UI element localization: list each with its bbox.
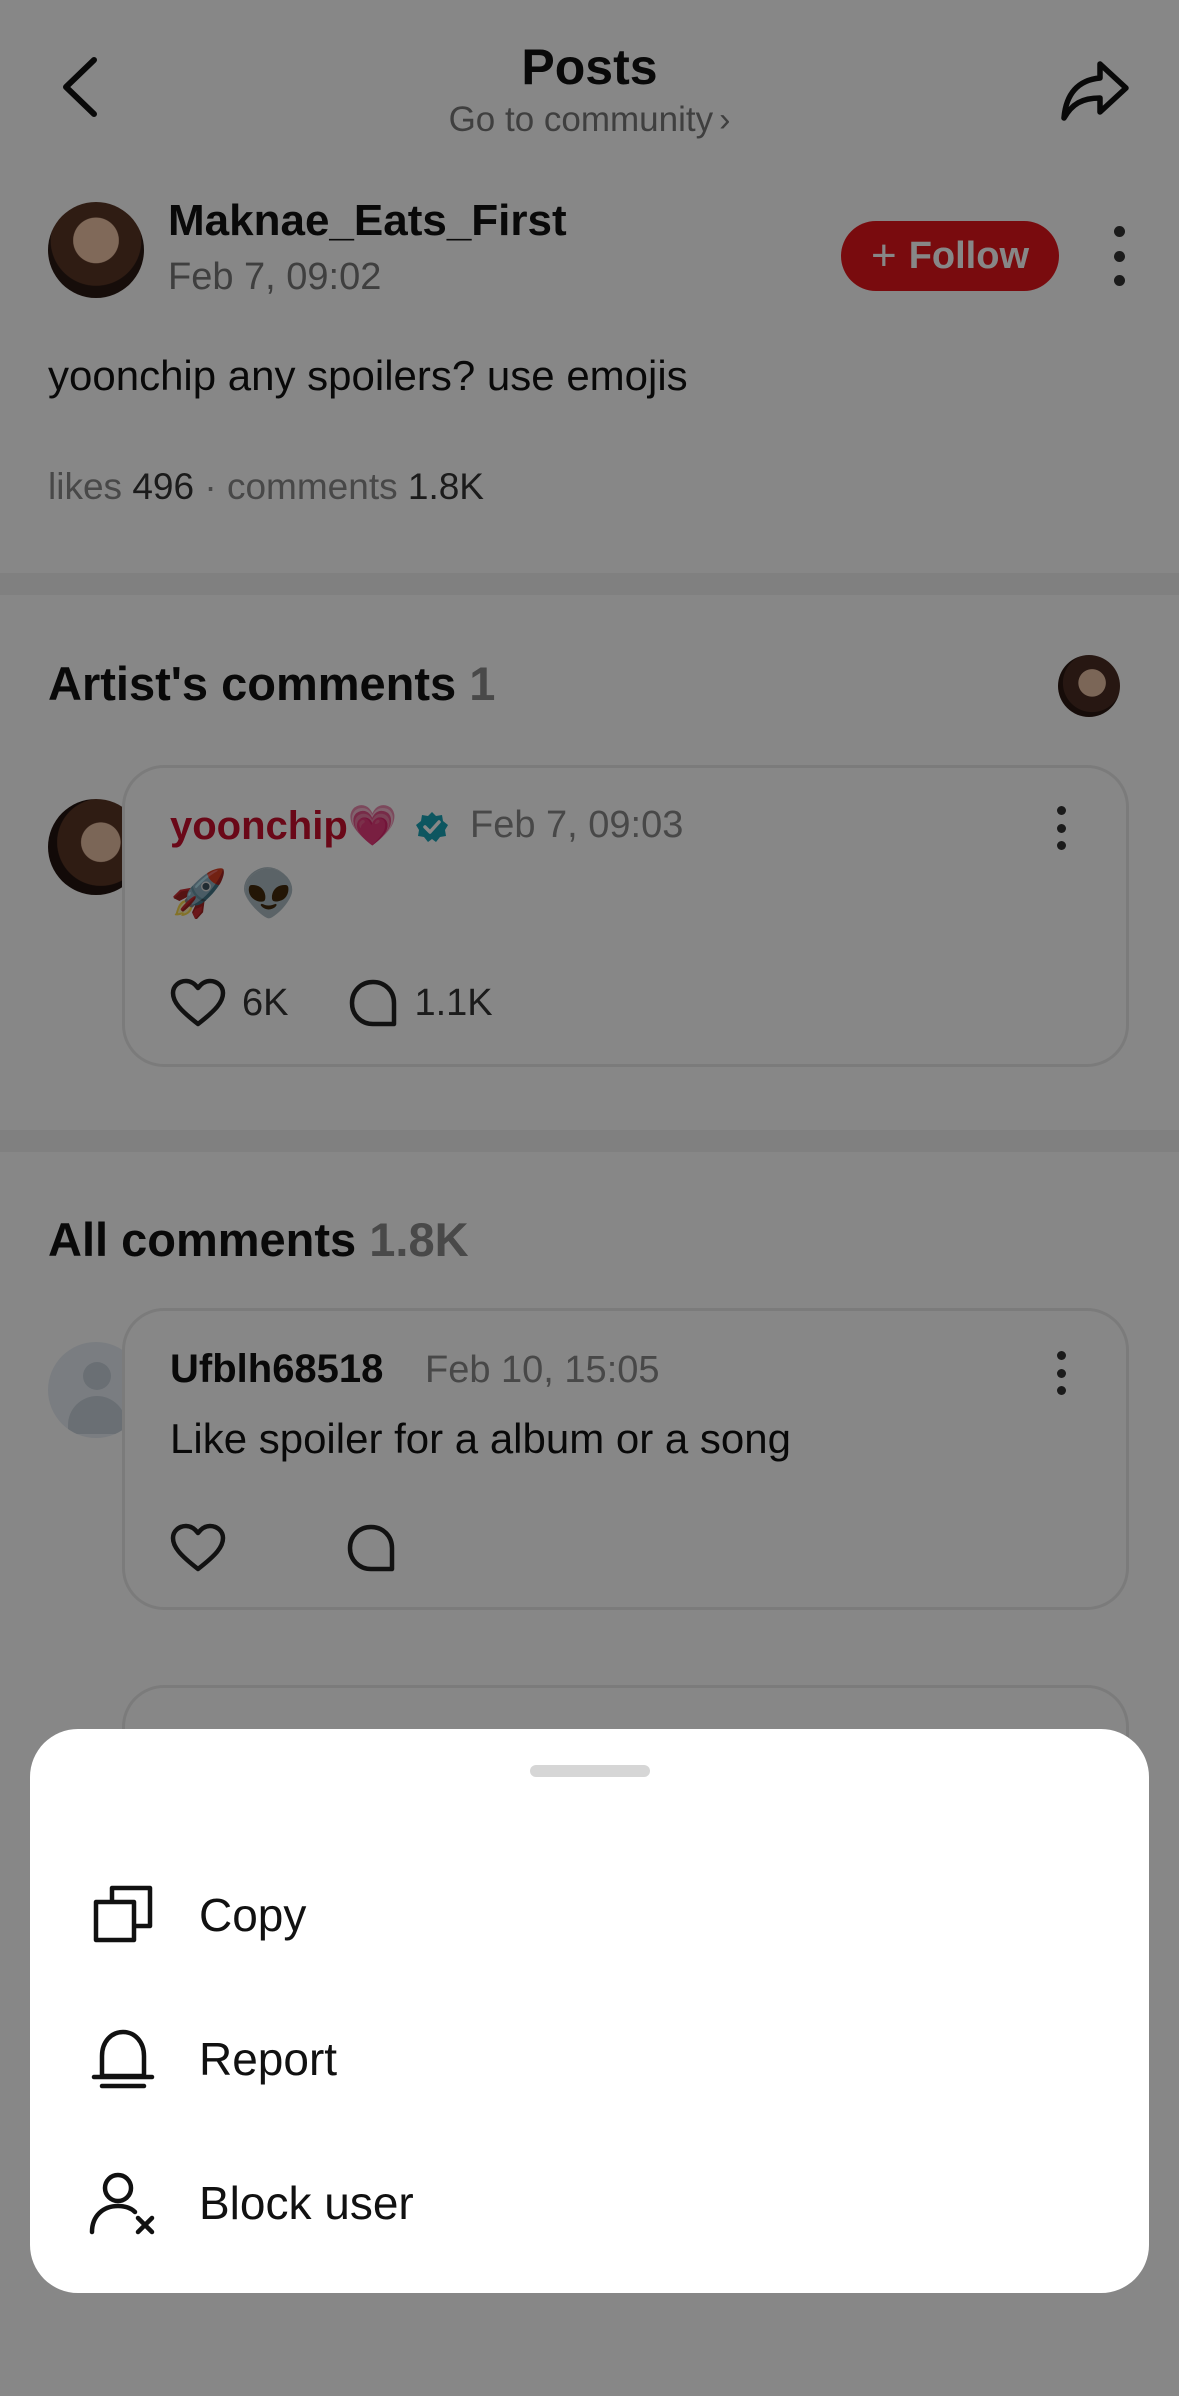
copy-icon [93, 1885, 153, 1943]
copy-option[interactable]: Copy [30, 1850, 1149, 1980]
block-user-option[interactable]: Block user [30, 2138, 1149, 2268]
bell-icon [91, 2029, 155, 2089]
report-label: Report [199, 2033, 338, 2085]
action-sheet: Copy Report Block user [30, 1729, 1149, 2293]
block-user-label: Block user [199, 2177, 414, 2229]
block-user-icon [89, 2172, 155, 2235]
report-option[interactable]: Report [30, 1994, 1149, 2124]
sheet-grabber[interactable] [530, 1765, 650, 1777]
copy-label: Copy [199, 1889, 307, 1941]
